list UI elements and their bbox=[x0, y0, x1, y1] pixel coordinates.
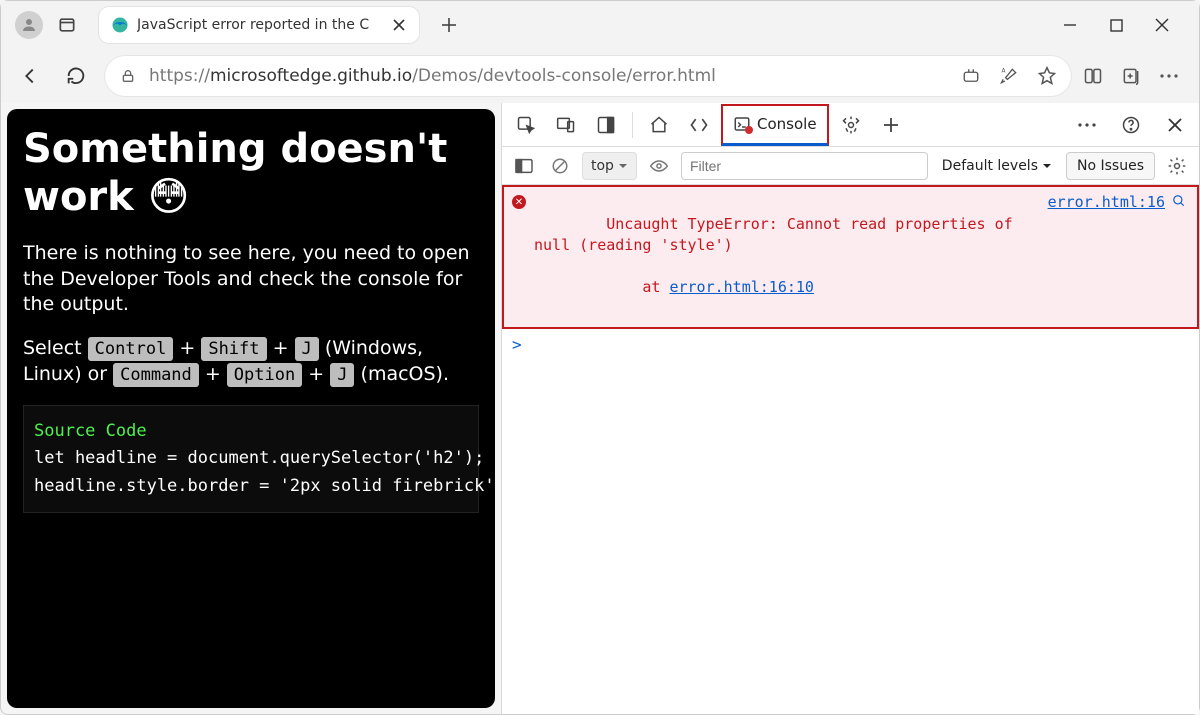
kbd-j: J bbox=[295, 337, 319, 361]
favorite-icon[interactable] bbox=[1037, 66, 1057, 86]
page-viewport: Something doesn't work 😳 There is nothin… bbox=[1, 103, 501, 714]
console-icon bbox=[733, 115, 751, 133]
devtools-close-icon[interactable] bbox=[1157, 107, 1193, 143]
kbd-command: Command bbox=[113, 363, 199, 387]
refresh-button[interactable] bbox=[59, 59, 93, 93]
url-text: https://microsoftedge.github.io/Demos/de… bbox=[149, 66, 949, 86]
console-prompt[interactable]: > bbox=[502, 329, 1199, 360]
inspect-element-icon[interactable] bbox=[508, 107, 544, 143]
read-aloud-icon[interactable]: A bbox=[999, 66, 1019, 86]
console-tab[interactable]: Console bbox=[721, 104, 829, 146]
context-selector[interactable]: top bbox=[582, 152, 637, 180]
code-line: let headline = document.querySelector('h… bbox=[34, 445, 468, 472]
browser-tab[interactable]: JavaScript error reported in the C bbox=[99, 7, 419, 43]
new-tab-button[interactable] bbox=[433, 9, 465, 41]
more-tabs-icon[interactable] bbox=[873, 107, 909, 143]
welcome-tab-icon[interactable] bbox=[641, 107, 677, 143]
page-heading: Something doesn't work 😳 bbox=[23, 125, 479, 221]
elements-tab-icon[interactable] bbox=[681, 107, 717, 143]
console-settings-icon[interactable] bbox=[1163, 152, 1191, 180]
code-line: headline.style.border = '2px solid fireb… bbox=[34, 473, 468, 500]
site-info-icon[interactable] bbox=[119, 67, 137, 85]
enhance-icon[interactable] bbox=[961, 66, 981, 86]
kbd-option: Option bbox=[227, 363, 302, 387]
source-code-box: Source Code let headline = document.quer… bbox=[23, 405, 479, 513]
split-screen-icon[interactable] bbox=[1083, 66, 1103, 86]
prompt-chevron-icon: > bbox=[512, 335, 522, 354]
minimize-button[interactable] bbox=[1061, 16, 1079, 34]
console-toolbar: top Default levels No Issues bbox=[502, 147, 1199, 185]
collections-icon[interactable] bbox=[1121, 66, 1141, 86]
page-instructions: Select Control + Shift + J (Windows, Lin… bbox=[23, 336, 479, 387]
error-message: Uncaught TypeError: Cannot read properti… bbox=[534, 193, 1028, 319]
tab-title: JavaScript error reported in the C bbox=[137, 17, 383, 33]
kbd-j-mac: J bbox=[330, 363, 354, 387]
devtools-more-icon[interactable] bbox=[1069, 107, 1105, 143]
address-bar-row: https://microsoftedge.github.io/Demos/de… bbox=[1, 49, 1199, 103]
more-icon[interactable] bbox=[1159, 66, 1179, 86]
kbd-shift: Shift bbox=[201, 337, 266, 361]
tab-actions-icon[interactable] bbox=[53, 11, 81, 39]
chevron-down-icon bbox=[1042, 161, 1052, 171]
chevron-down-icon bbox=[618, 161, 628, 171]
maximize-button[interactable] bbox=[1107, 16, 1125, 34]
code-label: Source Code bbox=[34, 418, 468, 445]
window-controls bbox=[1061, 16, 1195, 34]
console-tab-label: Console bbox=[757, 115, 817, 133]
error-source-link[interactable]: error.html:16 bbox=[1048, 193, 1165, 211]
edge-favicon-icon bbox=[111, 16, 129, 34]
reveal-source-icon[interactable] bbox=[1171, 193, 1187, 209]
clear-console-icon[interactable] bbox=[546, 152, 574, 180]
back-button[interactable] bbox=[13, 59, 47, 93]
svg-text:A: A bbox=[1002, 69, 1006, 75]
browser-titlebar: JavaScript error reported in the C bbox=[1, 1, 1199, 49]
kbd-control: Control bbox=[88, 337, 174, 361]
log-levels-selector[interactable]: Default levels bbox=[936, 158, 1058, 174]
live-expression-icon[interactable] bbox=[645, 152, 673, 180]
error-icon: ✕ bbox=[512, 195, 526, 209]
filter-input[interactable] bbox=[681, 152, 928, 180]
console-error-row[interactable]: ✕ Uncaught TypeError: Cannot read proper… bbox=[502, 185, 1199, 329]
no-issues-button[interactable]: No Issues bbox=[1066, 152, 1155, 180]
devtools-panel: Console top Default levels No I bbox=[501, 103, 1199, 714]
profile-avatar[interactable] bbox=[15, 11, 43, 39]
page-intro: There is nothing to see here, you need t… bbox=[23, 241, 479, 318]
close-tab-icon[interactable] bbox=[391, 17, 407, 33]
page-content: Something doesn't work 😳 There is nothin… bbox=[7, 109, 495, 708]
close-window-button[interactable] bbox=[1153, 16, 1171, 34]
device-toolbar-icon[interactable] bbox=[548, 107, 584, 143]
error-stack-link[interactable]: error.html:16:10 bbox=[669, 278, 814, 296]
toggle-sidebar-icon[interactable] bbox=[510, 152, 538, 180]
address-bar[interactable]: https://microsoftedge.github.io/Demos/de… bbox=[105, 56, 1071, 96]
dock-side-icon[interactable] bbox=[588, 107, 624, 143]
sources-tab-icon[interactable] bbox=[833, 107, 869, 143]
devtools-help-icon[interactable] bbox=[1113, 107, 1149, 143]
devtools-tab-bar: Console bbox=[502, 103, 1199, 147]
